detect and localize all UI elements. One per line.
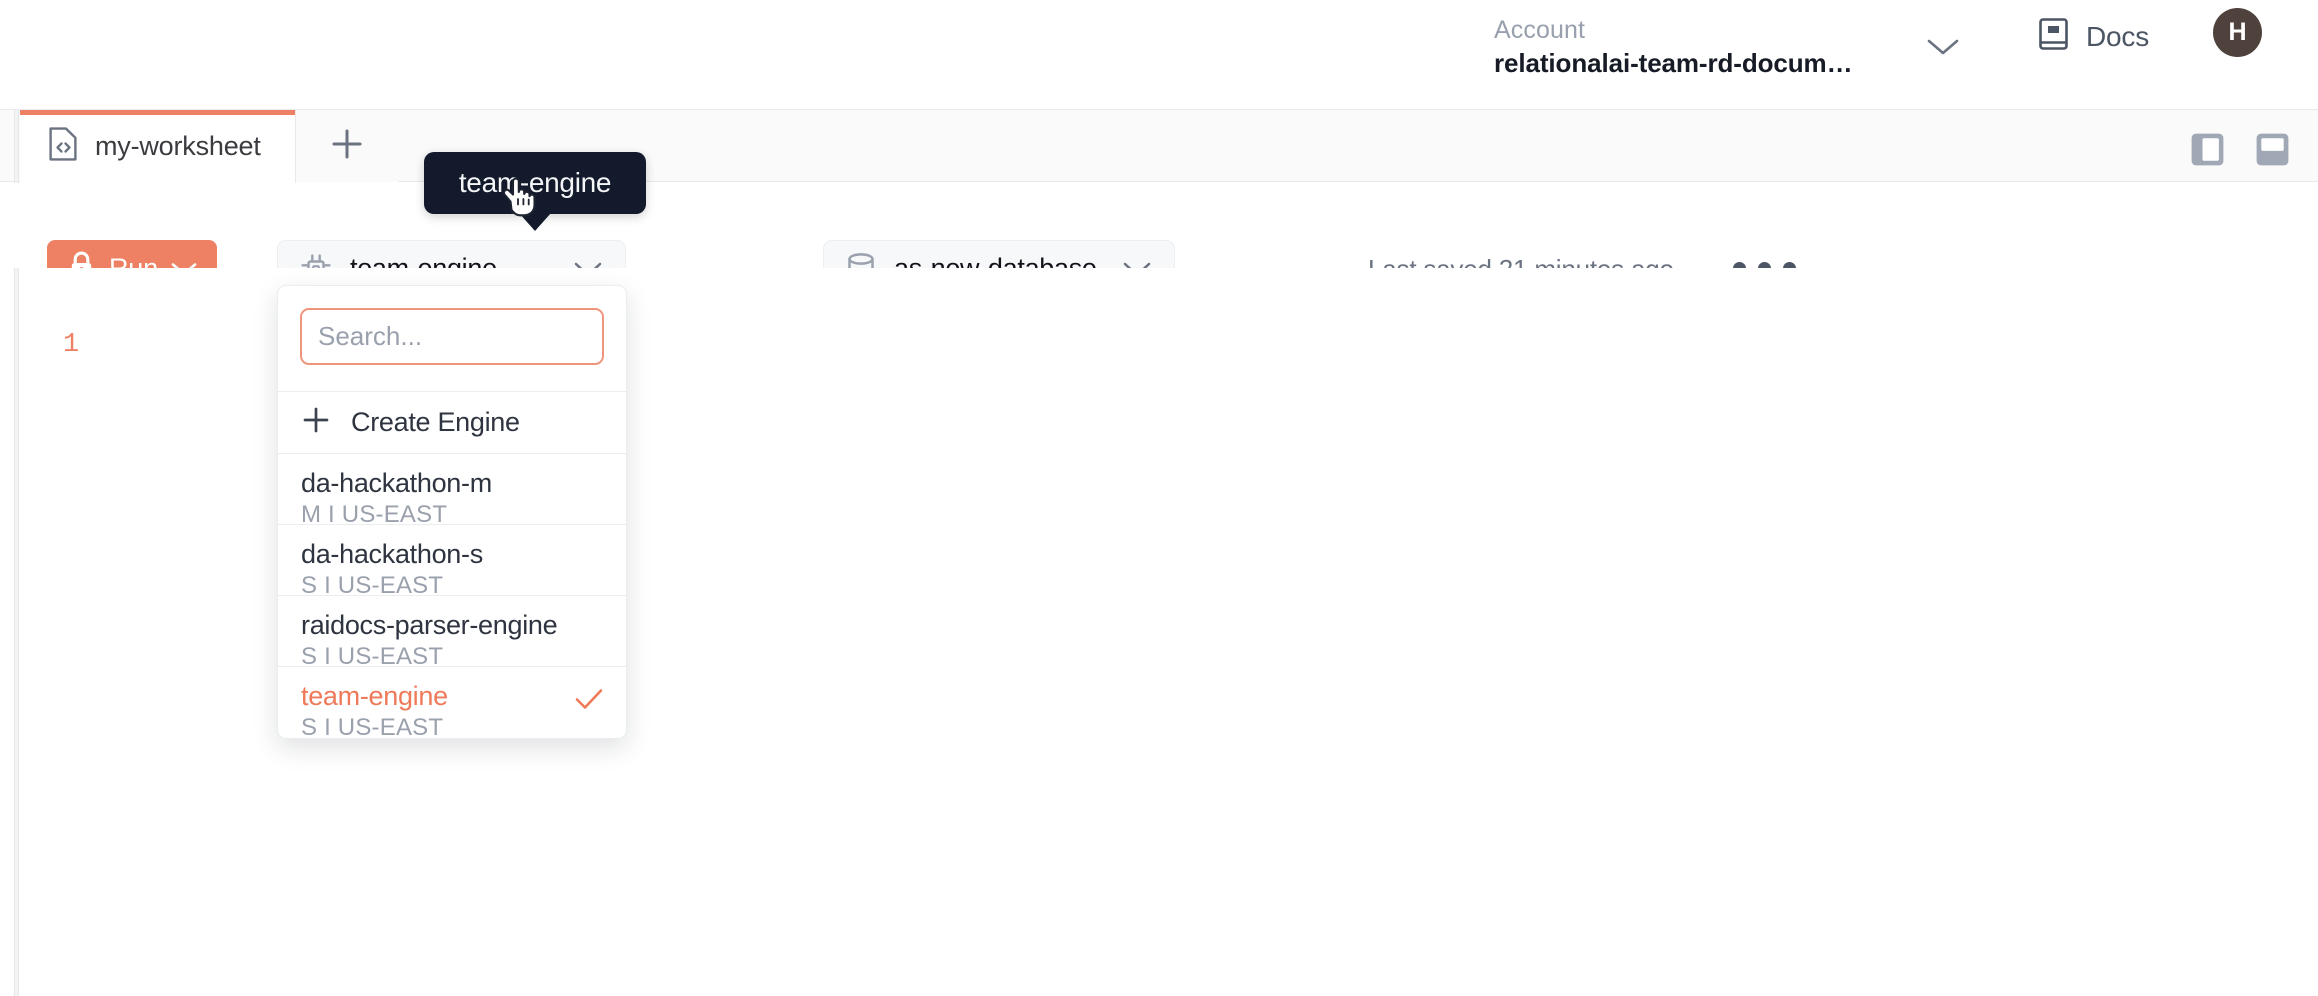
- chevron-down-icon[interactable]: [1925, 36, 1961, 58]
- create-engine-button[interactable]: Create Engine: [278, 392, 626, 454]
- code-file-icon: [47, 126, 79, 167]
- engine-option-name: team-engine: [301, 679, 603, 713]
- tab-my-worksheet[interactable]: my-worksheet: [20, 110, 296, 183]
- tab-label: my-worksheet: [95, 131, 261, 162]
- engine-option-raidocs-parser-engine[interactable]: raidocs-parser-engine S I US-EAST: [278, 596, 626, 667]
- search-input[interactable]: [300, 308, 604, 365]
- engine-option-da-hackathon-s[interactable]: da-hackathon-s S I US-EAST: [278, 525, 626, 596]
- avatar-initial: H: [2228, 18, 2246, 47]
- account-switcher[interactable]: Account relationalai-team-rd-docum…: [1494, 10, 1852, 84]
- plus-icon: [301, 405, 331, 440]
- panel-toggle-group: [2190, 132, 2290, 172]
- engine-option-name: raidocs-parser-engine: [301, 608, 603, 642]
- new-tab-button[interactable]: [296, 110, 398, 182]
- account-name: relationalai-team-rd-docum…: [1494, 46, 1852, 80]
- engine-option-name: da-hackathon-m: [301, 466, 603, 500]
- plus-icon: [330, 127, 364, 166]
- docs-label: Docs: [2086, 21, 2149, 53]
- account-label: Account: [1494, 14, 1852, 46]
- editor-line-number: 1: [63, 330, 79, 360]
- top-bar: Account relationalai-team-rd-docum… Docs…: [0, 0, 2318, 110]
- docs-button[interactable]: Docs: [2038, 17, 2149, 56]
- side-panel-icon[interactable]: [2190, 132, 2225, 172]
- engine-dropdown-menu: Create Engine da-hackathon-m M I US-EAST…: [277, 285, 627, 739]
- engine-option-da-hackathon-m[interactable]: da-hackathon-m M I US-EAST: [278, 454, 626, 525]
- book-icon: [2038, 17, 2069, 56]
- engine-option-name: da-hackathon-s: [301, 537, 603, 571]
- create-engine-label: Create Engine: [351, 407, 520, 438]
- worksheet-app: Account relationalai-team-rd-docum… Docs…: [0, 0, 2318, 996]
- engine-option-team-engine[interactable]: team-engine S I US-EAST: [278, 667, 626, 738]
- bottom-panel-icon[interactable]: [2255, 132, 2290, 172]
- engine-tooltip: team-engine: [424, 152, 646, 214]
- engine-option-meta: S I US-EAST: [301, 713, 603, 739]
- avatar[interactable]: H: [2213, 8, 2262, 57]
- check-icon: [574, 687, 604, 717]
- tooltip-text: team-engine: [459, 167, 611, 199]
- engine-search-wrapper: [278, 286, 626, 391]
